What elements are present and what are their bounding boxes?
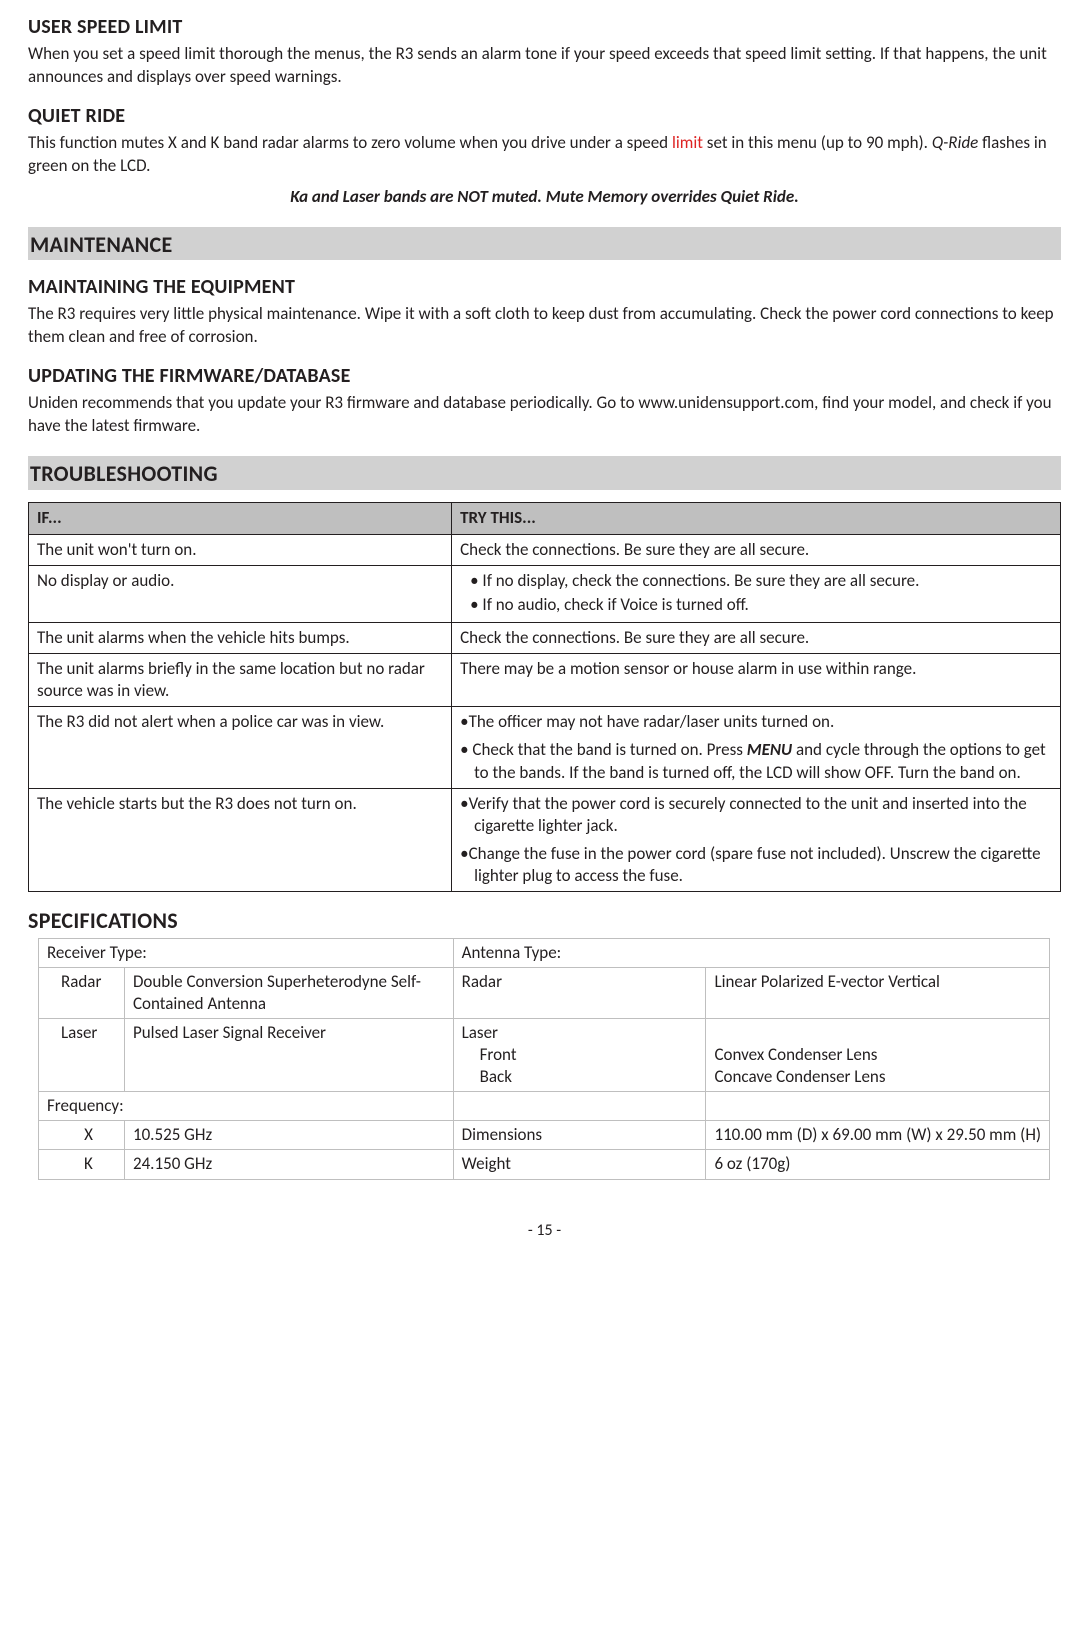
quiet-ride-pre: This function mutes X and K band radar a… xyxy=(28,132,672,153)
heading-quiet-ride: QUIET RIDE xyxy=(28,103,1061,130)
heading-updating-firmware: UPDATING THE FIRMWARE/DATABASE xyxy=(28,363,1061,390)
section-maintenance: MAINTENANCE xyxy=(28,227,1061,261)
heading-specifications: SPECIFICATIONS xyxy=(28,906,1061,936)
cell-if: The vehicle starts but the R3 does not t… xyxy=(29,788,452,891)
list-item: If no audio, check if Voice is turned of… xyxy=(460,594,1052,616)
laser-back-label: Back xyxy=(462,1066,698,1088)
cell-radar-label: Radar xyxy=(39,967,125,1018)
r4-li2-menu: MENU xyxy=(747,739,792,760)
body-updating-firmware: Uniden recommends that you update your R… xyxy=(28,392,1061,438)
cell-try: If no display, check the connections. Be… xyxy=(452,565,1061,622)
th-try: TRY THIS... xyxy=(452,502,1061,534)
cell-x-label: X xyxy=(39,1121,125,1150)
cell-dim-label: Dimensions xyxy=(453,1121,706,1150)
laser-back-val: Concave Condenser Lens xyxy=(714,1066,885,1087)
list-item: If no display, check the connections. Be… xyxy=(460,570,1052,592)
cell-dim-val: 110.00 mm (D) x 69.00 mm (W) x 29.50 mm … xyxy=(706,1121,1050,1150)
specifications-table: Receiver Type: Antenna Type: Radar Doubl… xyxy=(38,938,1050,1180)
cell-radar-antenna: Linear Polarized E-vector Vertical xyxy=(706,967,1050,1018)
table-row: X 10.525 GHz Dimensions 110.00 mm (D) x … xyxy=(39,1121,1050,1150)
heading-user-speed-limit: USER SPEED LIMIT xyxy=(28,14,1061,41)
table-row: K 24.150 GHz Weight 6 oz (170g) xyxy=(39,1150,1050,1179)
table-row: The unit alarms when the vehicle hits bu… xyxy=(29,623,1061,654)
cell-try: There may be a motion sensor or house al… xyxy=(452,654,1061,707)
cell-antenna-label: Antenna Type: xyxy=(453,938,1050,967)
cell-if: The unit alarms briefly in the same loca… xyxy=(29,654,452,707)
cell-if: The unit won't turn on. xyxy=(29,534,452,565)
laser-front-label: Front xyxy=(462,1044,698,1066)
cell-try: Verify that the power cord is securely c… xyxy=(452,788,1061,891)
cell-if: The unit alarms when the vehicle hits bu… xyxy=(29,623,452,654)
quiet-ride-red: limit xyxy=(672,132,703,153)
body-maintaining-equipment: The R3 requires very little physical mai… xyxy=(28,303,1061,349)
troubleshooting-table: IF... TRY THIS... The unit won't turn on… xyxy=(28,502,1061,892)
cell-laser-receiver: Pulsed Laser Signal Receiver xyxy=(124,1018,453,1091)
list-item: Verify that the power cord is securely c… xyxy=(460,793,1052,837)
table-row: The unit alarms briefly in the same loca… xyxy=(29,654,1061,707)
table-row: The unit won't turn on. Check the connec… xyxy=(29,534,1061,565)
body-user-speed-limit: When you set a speed limit thorough the … xyxy=(28,43,1061,89)
section-troubleshooting: TROUBLESHOOTING xyxy=(28,456,1061,490)
list-item: Check that the band is turned on. Press … xyxy=(460,739,1052,783)
table-row: The R3 did not alert when a police car w… xyxy=(29,707,1061,788)
quiet-ride-italic: Q-Ride xyxy=(932,132,978,153)
cell-weight-label: Weight xyxy=(453,1150,706,1179)
body-quiet-ride: This function mutes X and K band radar a… xyxy=(28,132,1061,178)
cell-laser-ant-values: Convex Condenser Lens Concave Condenser … xyxy=(706,1018,1050,1091)
table-row: The vehicle starts but the R3 does not t… xyxy=(29,788,1061,891)
list-item: The officer may not have radar/laser uni… xyxy=(460,711,1052,733)
cell-k-val: 24.150 GHz xyxy=(124,1150,453,1179)
cell-k-label: K xyxy=(39,1150,125,1179)
cell-empty xyxy=(706,1092,1050,1121)
laser-ant-title: Laser xyxy=(462,1022,498,1043)
table-row: No display or audio. If no display, chec… xyxy=(29,565,1061,622)
cell-empty xyxy=(453,1092,706,1121)
cell-if: The R3 did not alert when a police car w… xyxy=(29,707,452,788)
cell-receiver-label: Receiver Type: xyxy=(39,938,454,967)
table-row: Radar Double Conversion Superheterodyne … xyxy=(39,967,1050,1018)
cell-try: Check the connections. Be sure they are … xyxy=(452,534,1061,565)
cell-freq-label: Frequency: xyxy=(39,1092,454,1121)
cell-try: The officer may not have radar/laser uni… xyxy=(452,707,1061,788)
table-row: Frequency: xyxy=(39,1092,1050,1121)
table-row: Laser Pulsed Laser Signal Receiver Laser… xyxy=(39,1018,1050,1091)
cell-if: No display or audio. xyxy=(29,565,452,622)
cell-laser-ant-label: Laser Front Back xyxy=(453,1018,706,1091)
quiet-ride-note: Ka and Laser bands are NOT muted. Mute M… xyxy=(28,186,1061,209)
laser-front-val: Convex Condenser Lens xyxy=(714,1044,877,1065)
cell-laser-label: Laser xyxy=(39,1018,125,1091)
cell-radar-ant-label: Radar xyxy=(453,967,706,1018)
quiet-ride-post1: set in this menu (up to 90 mph). xyxy=(703,132,932,153)
page-number: - 15 - xyxy=(28,1220,1061,1242)
cell-radar-receiver: Double Conversion Superheterodyne Self-C… xyxy=(124,967,453,1018)
cell-x-val: 10.525 GHz xyxy=(124,1121,453,1150)
cell-weight-val: 6 oz (170g) xyxy=(706,1150,1050,1179)
heading-maintaining-equipment: MAINTAINING THE EQUIPMENT xyxy=(28,274,1061,301)
cell-try: Check the connections. Be sure they are … xyxy=(452,623,1061,654)
th-if: IF... xyxy=(29,502,452,534)
table-row: Receiver Type: Antenna Type: xyxy=(39,938,1050,967)
r4-li2-pre: Check that the band is turned on. Press xyxy=(472,739,746,760)
list-item: Change the fuse in the power cord (spare… xyxy=(460,843,1052,887)
